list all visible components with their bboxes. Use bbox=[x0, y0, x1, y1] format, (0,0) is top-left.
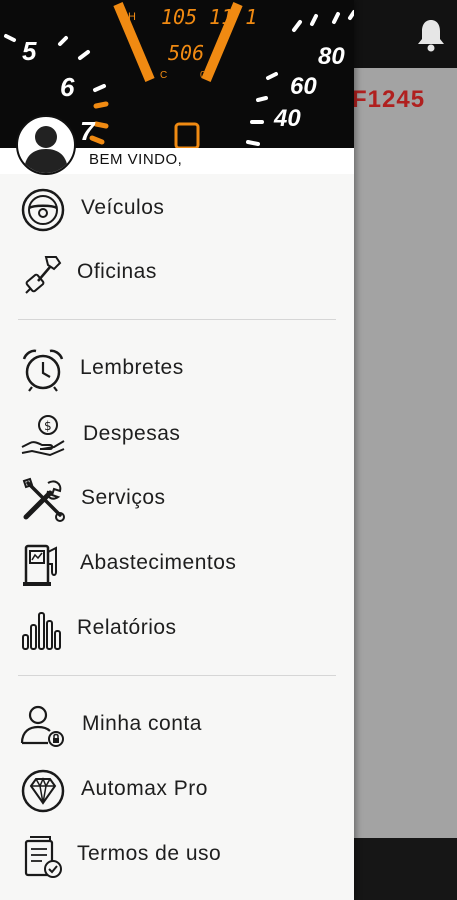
menu-label: Termos de uso bbox=[77, 842, 222, 865]
menu-label: Abastecimentos bbox=[80, 551, 237, 574]
menu-item-minha-conta[interactable]: Minha conta bbox=[0, 696, 354, 754]
menu-item-despesas[interactable]: $ Despesas bbox=[0, 406, 354, 464]
fuel-pump-icon bbox=[23, 544, 57, 586]
menu-divider bbox=[18, 675, 336, 676]
menu-item-relatorios[interactable]: Relatórios bbox=[0, 600, 354, 658]
menu-label: Serviços bbox=[81, 486, 166, 509]
rpm-label-6: 6 bbox=[60, 72, 75, 102]
wrench-plug-icon bbox=[25, 256, 62, 294]
speed-label-80: 80 bbox=[318, 43, 345, 70]
diamond-icon bbox=[21, 769, 65, 813]
vehicle-plate: F1245 bbox=[352, 86, 426, 113]
menu-label: Despesas bbox=[83, 422, 181, 445]
steering-wheel-icon bbox=[21, 188, 65, 232]
menu-label: Oficinas bbox=[77, 260, 157, 283]
odometer-readout: 105 11 1 bbox=[161, 5, 257, 29]
menu-item-abastecimentos[interactable]: Abastecimentos bbox=[0, 535, 354, 593]
user-silhouette-icon bbox=[24, 126, 68, 173]
menu-label: Lembretes bbox=[80, 356, 184, 379]
menu-item-servicos[interactable]: Serviços bbox=[0, 470, 354, 528]
menu-label: Relatórios bbox=[77, 616, 177, 639]
document-check-icon bbox=[24, 836, 62, 878]
svg-text:$: $ bbox=[44, 419, 52, 433]
menu-label: Veículos bbox=[81, 196, 165, 219]
user-account-icon bbox=[20, 705, 64, 747]
avatar[interactable] bbox=[16, 115, 76, 175]
tools-icon bbox=[22, 477, 65, 522]
menu-divider bbox=[18, 319, 336, 320]
menu-item-veiculos[interactable]: Veículos bbox=[0, 180, 354, 238]
rpm-label-7: 7 bbox=[80, 116, 96, 146]
svg-text:H: H bbox=[128, 11, 136, 23]
speed-label-60: 60 bbox=[290, 73, 317, 100]
speed-label-40: 40 bbox=[273, 105, 301, 132]
svg-text:0: 0 bbox=[200, 70, 206, 81]
navigation-drawer: 5 6 7 H C 0 105 11 1 506 80 60 40 BEM VI… bbox=[0, 0, 354, 900]
menu-item-lembretes[interactable]: Lembretes bbox=[0, 340, 354, 398]
money-hand-icon: $ bbox=[21, 415, 65, 457]
welcome-text: BEM VINDO, bbox=[89, 151, 183, 168]
menu-item-oficinas[interactable]: Oficinas bbox=[0, 244, 354, 302]
menu-item-automax-pro[interactable]: Automax Pro bbox=[0, 761, 354, 819]
alarm-clock-icon bbox=[22, 349, 64, 392]
menu-label: Minha conta bbox=[82, 712, 202, 735]
trip-readout: 506 bbox=[168, 41, 204, 65]
menu-label: Automax Pro bbox=[81, 777, 208, 800]
bar-chart-icon bbox=[22, 612, 61, 650]
rpm-label-5: 5 bbox=[22, 36, 37, 66]
bell-icon[interactable] bbox=[416, 18, 446, 52]
svg-text:C: C bbox=[160, 70, 167, 81]
menu-item-termos-de-uso[interactable]: Termos de uso bbox=[0, 826, 354, 884]
